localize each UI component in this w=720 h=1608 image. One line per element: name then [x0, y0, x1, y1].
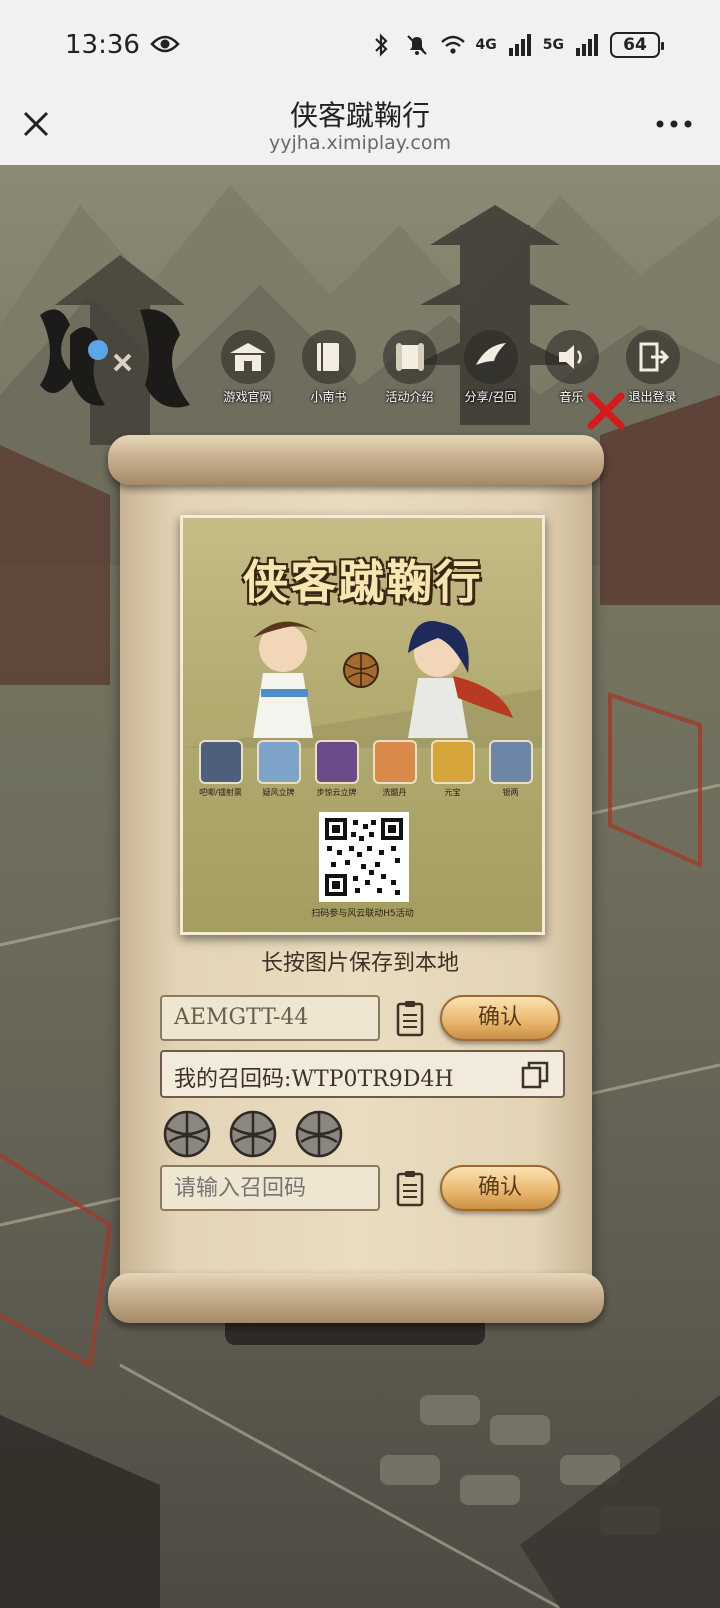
reward-label: 元宝 — [444, 788, 461, 797]
menu-label: 小南书 — [310, 390, 347, 404]
reward-item: 疑风立牌 — [251, 740, 306, 798]
eye-icon — [150, 35, 180, 53]
page-url: yyjha.ximiplay.com — [269, 132, 451, 154]
my-recall-code: 我的召回码:WTP0TR9D4H — [160, 1050, 565, 1098]
code-input[interactable]: AEMGTT-44 — [160, 995, 380, 1041]
reward-label: 银两 — [502, 788, 519, 797]
reward-label: 洗髓丹 — [382, 788, 407, 797]
reward-item: 吧唧/镭射票 — [193, 740, 248, 798]
book-icon — [301, 330, 356, 384]
signal-icon — [576, 34, 598, 56]
network-4g-label: 4G — [475, 37, 497, 53]
status-time: 13:36 — [65, 30, 140, 60]
qr-code — [319, 812, 409, 902]
collab-logo — [40, 309, 190, 408]
recall-progress-balls — [163, 1110, 343, 1158]
badge-icon — [198, 740, 243, 784]
confirm-code-button[interactable]: 确认 — [440, 995, 560, 1041]
scroll-rod-top — [108, 435, 604, 485]
battery-level: 64 — [623, 35, 647, 55]
game-scene: 游戏官网 小南书 活动介绍 分享/召回 音乐 退出登录 侠客蹴鞠行 吧唧/镭射票… — [0, 165, 720, 1608]
bird-icon — [463, 330, 518, 384]
poster-rewards: 吧唧/镭射票 疑风立牌 步惊云立牌 洗髓丹 元宝 银两 — [193, 740, 538, 798]
network-5g-label: 5G — [542, 37, 564, 53]
reward-item: 步惊云立牌 — [309, 740, 364, 798]
copy-icon[interactable] — [520, 1060, 550, 1090]
paste-clipboard-icon[interactable] — [395, 999, 425, 1037]
building-icon — [220, 330, 275, 384]
pill-icon — [372, 740, 417, 784]
mute-bell-icon — [406, 35, 427, 55]
wifi-icon — [440, 35, 465, 54]
ball-icon — [229, 1110, 277, 1158]
paste-clipboard-icon[interactable] — [395, 1169, 425, 1207]
share-poster-image[interactable]: 侠客蹴鞠行 吧唧/镭射票 疑风立牌 步惊云立牌 洗髓丹 元宝 银两 扫码参与风云… — [180, 515, 545, 935]
scroll-rod-bottom — [108, 1273, 604, 1323]
menu-official-site[interactable]: 游戏官网 — [210, 330, 285, 405]
signal-icon — [508, 34, 531, 56]
reward-label: 步惊云立牌 — [316, 788, 357, 797]
more-options-icon[interactable] — [654, 114, 694, 134]
menu-share-recall[interactable]: 分享/召回 — [453, 330, 528, 405]
poster-characters-illustration — [183, 621, 542, 748]
reward-item: 洗髓丹 — [367, 740, 422, 798]
browser-title-bar: 侠客蹴鞠行 yyjha.ximiplay.com — [0, 90, 720, 165]
recall-code-input[interactable] — [160, 1165, 380, 1211]
standee-icon — [256, 740, 301, 784]
save-image-hint: 长按图片保存到本地 — [260, 951, 459, 976]
menu-label: 游戏官网 — [223, 390, 272, 404]
qr-caption: 扫码参与风云联动H5活动 — [311, 909, 414, 919]
bluetooth-icon — [374, 33, 388, 57]
standee-icon — [314, 740, 359, 784]
battery-icon: 64 — [610, 32, 664, 58]
menu-handbook[interactable]: 小南书 — [291, 330, 366, 405]
scroll-icon — [382, 330, 437, 384]
reward-label: 吧唧/镭射票 — [199, 788, 242, 797]
status-bar: 13:36 4G 5G 64 — [0, 0, 720, 90]
menu-label: 活动介绍 — [385, 390, 434, 404]
speaker-icon — [544, 330, 599, 384]
reward-item: 元宝 — [425, 740, 480, 798]
music-off-x-icon — [587, 392, 625, 430]
silver-ingot-icon — [488, 740, 533, 784]
gold-ingot-icon — [430, 740, 475, 784]
confirm-recall-button[interactable]: 确认 — [440, 1165, 560, 1211]
menu-label: 分享/召回 — [464, 390, 517, 404]
reward-item: 银两 — [483, 740, 538, 798]
ball-icon — [163, 1110, 211, 1158]
page-title: 侠客蹴鞠行 — [289, 99, 430, 132]
menu-event-intro[interactable]: 活动介绍 — [372, 330, 447, 405]
reward-label: 疑风立牌 — [262, 788, 295, 797]
ball-icon — [295, 1110, 343, 1158]
exit-icon — [625, 330, 680, 384]
